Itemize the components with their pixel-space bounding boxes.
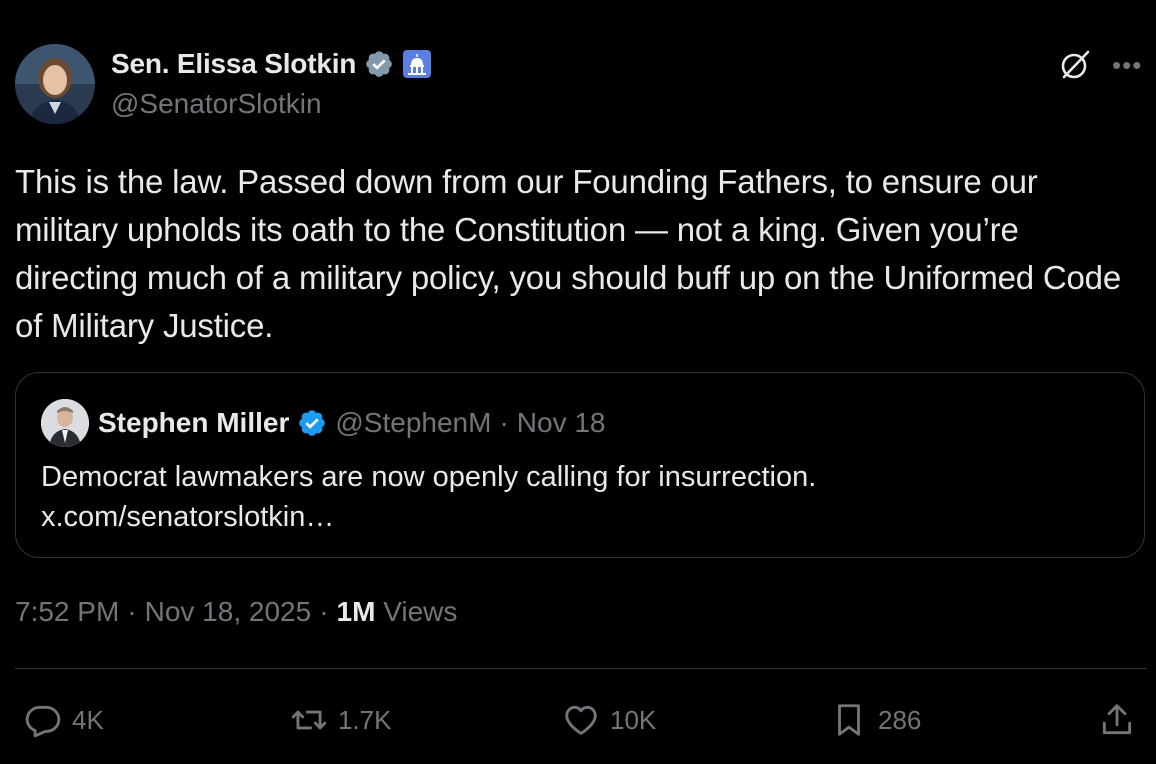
repost-button[interactable]: 1.7K <box>290 700 392 740</box>
author-avatar[interactable] <box>15 44 95 124</box>
grok-icon[interactable] <box>1058 48 1092 82</box>
views-label: Views <box>383 596 458 627</box>
bookmark-button[interactable]: 286 <box>830 700 921 740</box>
tweet-time[interactable]: 7:52 PM <box>15 596 119 628</box>
quoted-separator: · <box>499 407 509 438</box>
quoted-header: Stephen Miller @StephenM · Nov 18 <box>98 403 606 443</box>
quoted-text-line: Democrat lawmakers are now openly callin… <box>41 461 817 493</box>
meta-separator: · <box>127 596 137 627</box>
quoted-author-handle[interactable]: @StephenM <box>335 407 491 439</box>
bookmark-count: 286 <box>878 704 922 735</box>
reply-count: 4K <box>72 704 104 735</box>
reply-icon <box>24 701 62 739</box>
repost-count: 1.7K <box>338 704 392 735</box>
tweet-meta: 7:52 PM · Nov 18, 2025 · 1M Views <box>15 596 457 628</box>
quoted-date[interactable]: Nov 18 <box>517 407 606 439</box>
more-icon[interactable]: ••• <box>1112 50 1142 81</box>
capitol-emoji-icon <box>402 49 432 79</box>
author-name[interactable]: Sen. Elissa Slotkin <box>111 48 356 80</box>
author-name-row: Sen. Elissa Slotkin <box>111 46 432 82</box>
reply-button[interactable]: 4K <box>24 700 104 740</box>
repost-icon <box>290 701 328 739</box>
meta-separator: · <box>319 596 329 627</box>
like-count: 10K <box>610 704 657 735</box>
views-count: 1M <box>336 596 376 627</box>
bookmark-icon <box>830 701 868 739</box>
quoted-text: Democrat lawmakers are now openly callin… <box>41 457 1121 537</box>
quoted-author-avatar[interactable] <box>41 399 89 447</box>
tweet-text: This is the law. Passed down from our Fo… <box>15 163 1121 344</box>
quoted-author-name[interactable]: Stephen Miller <box>98 407 289 439</box>
divider <box>15 668 1146 669</box>
like-button[interactable]: 10K <box>562 700 656 740</box>
tweet-date[interactable]: Nov 18, 2025 <box>145 596 312 628</box>
like-icon <box>562 701 600 739</box>
author-handle[interactable]: @SenatorSlotkin <box>111 88 322 120</box>
verified-blue-badge-icon[interactable] <box>297 408 327 438</box>
share-button[interactable] <box>1098 700 1136 740</box>
quoted-link[interactable]: x.com/senatorslotkin… <box>41 497 1121 537</box>
verified-gray-badge-icon[interactable] <box>364 49 394 79</box>
share-icon <box>1098 701 1136 739</box>
quoted-tweet-card[interactable]: Stephen Miller @StephenM · Nov 18 Democr… <box>15 372 1145 558</box>
